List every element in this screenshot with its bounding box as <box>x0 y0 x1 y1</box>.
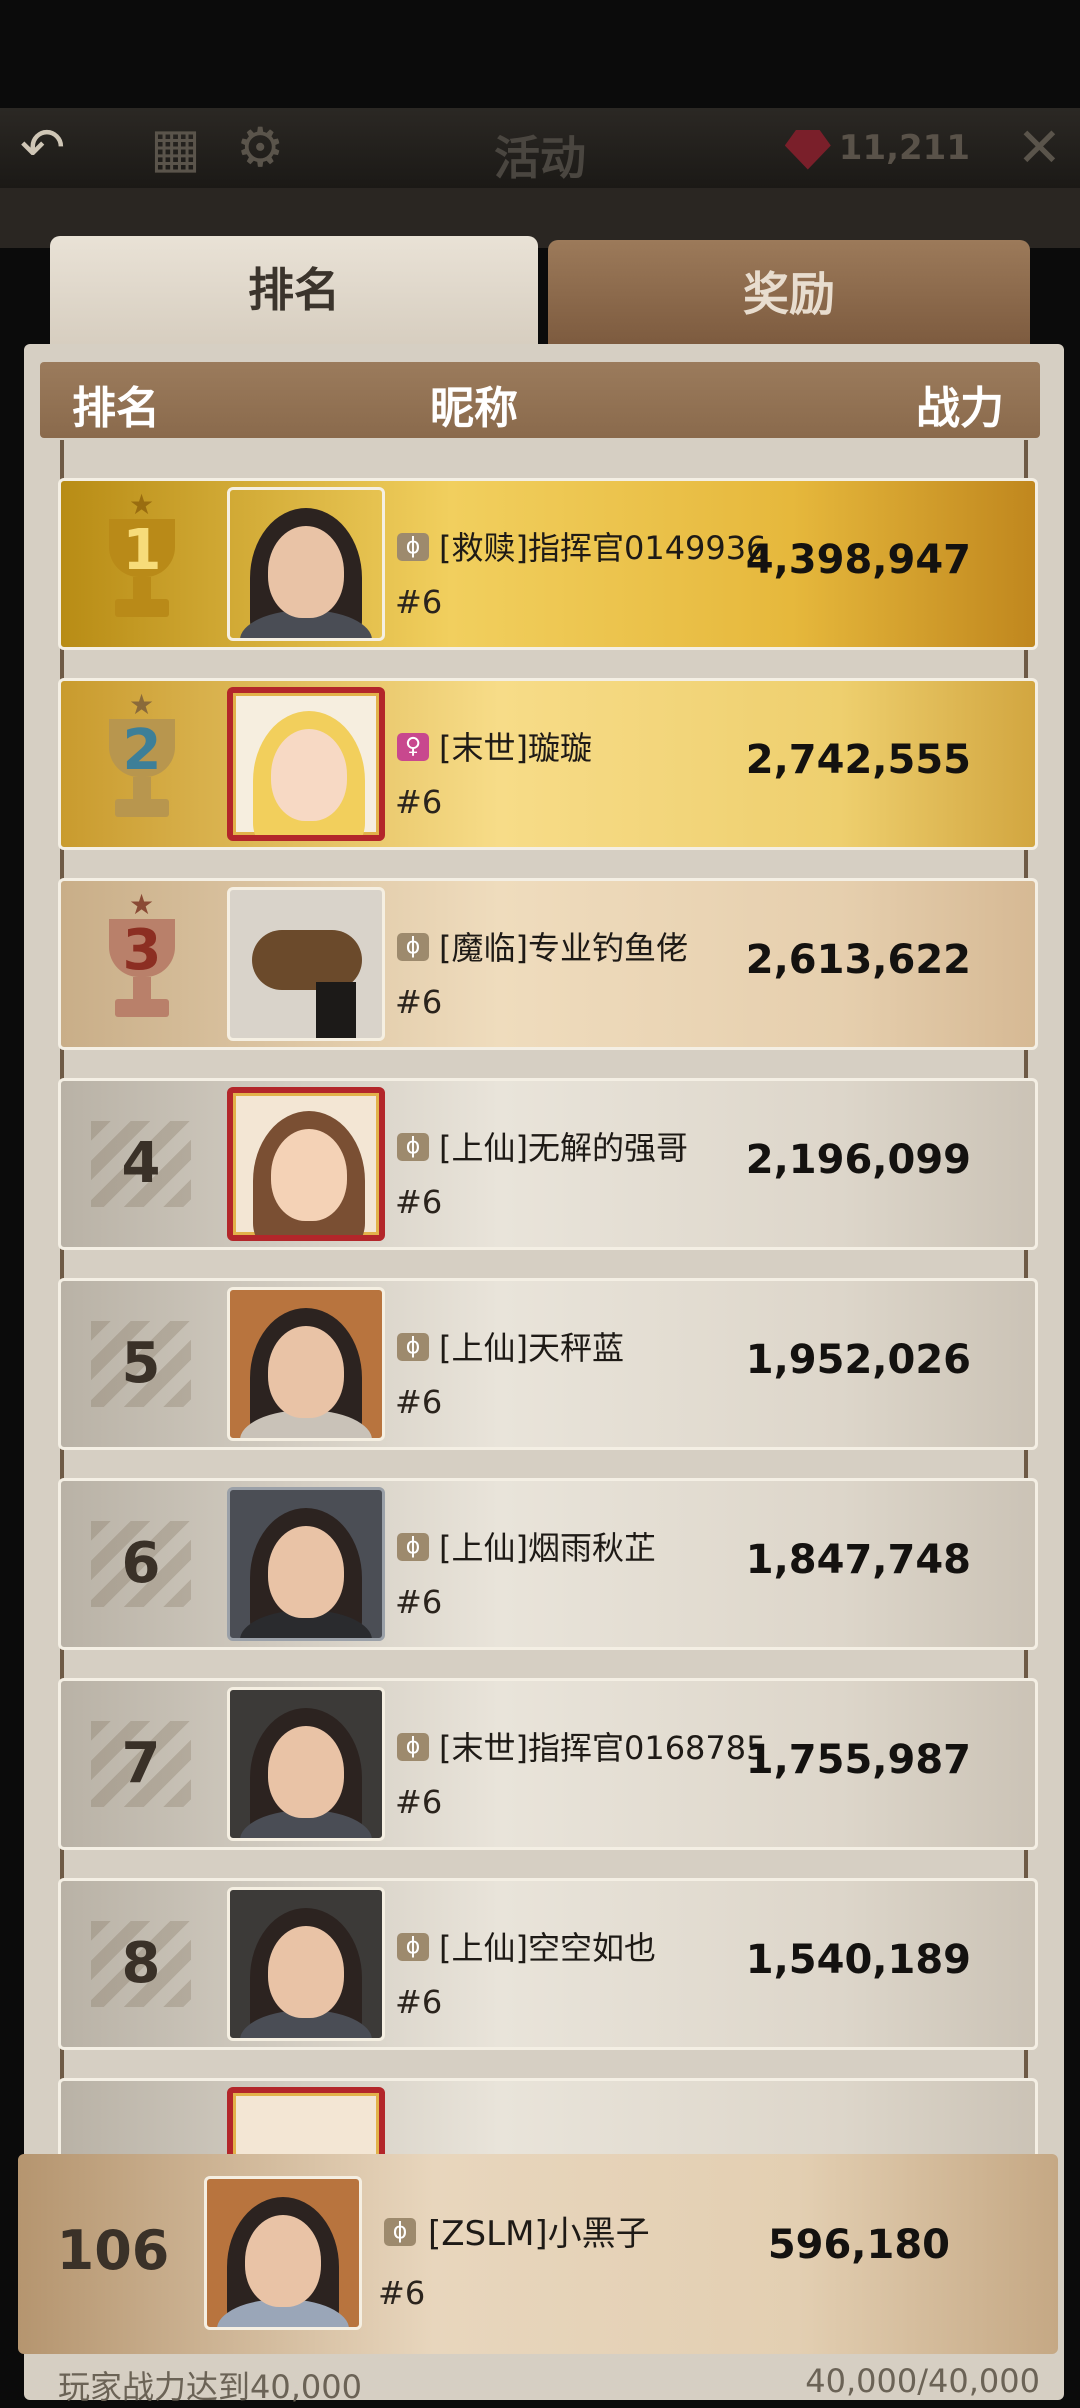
power-value: 1,952,026 <box>745 1337 971 1383</box>
player-name: [上仙]无解的强哥 <box>439 1129 688 1167</box>
server-number: #6 <box>395 1183 443 1221</box>
header-nickname: 昵称 <box>430 383 518 434</box>
table-header: 排名 昵称 战力 <box>40 362 1040 438</box>
rank-number: 6 <box>121 1531 161 1596</box>
my-power-value: 596,180 <box>767 2222 950 2268</box>
gem-icon <box>784 129 831 170</box>
hidden-profile-icon: ϕ <box>384 2218 416 2246</box>
hidden-profile-icon: ϕ <box>397 533 429 561</box>
server-number: #6 <box>395 1383 443 1421</box>
hidden-profile-icon: ϕ <box>397 1333 429 1361</box>
power-value: 4,398,947 <box>745 537 971 583</box>
gem-count: 11,211 <box>838 128 970 168</box>
my-ranking-row[interactable]: 106 ϕ [ZSLM]小黑子 #6 596,180 <box>18 2154 1058 2354</box>
player-name: [上仙]烟雨秋芷 <box>439 1529 656 1567</box>
power-value: 2,613,622 <box>745 937 971 983</box>
server-number: #6 <box>395 1783 443 1821</box>
rank-number: 5 <box>121 1331 161 1396</box>
server-number: #6 <box>395 783 443 821</box>
my-rank-number: 106 <box>56 2219 170 2282</box>
avatar[interactable] <box>227 1687 385 1841</box>
power-value: 1,847,748 <box>745 1537 971 1583</box>
header-rank: 排名 <box>72 383 160 434</box>
hidden-profile-icon: ϕ <box>397 1733 429 1761</box>
server-number: #6 <box>395 983 443 1021</box>
power-value: 1,540,189 <box>745 1937 971 1983</box>
server-number: #6 <box>395 1983 443 2021</box>
task-description: 玩家战力达到40,000 <box>58 2368 362 2406</box>
avatar[interactable] <box>227 1887 385 2041</box>
ranking-row[interactable]: ★ 3 ϕ [魔临]专业钓鱼佬 #6 2,613,622 <box>58 878 1038 1050</box>
rank-number: 4 <box>121 1131 161 1196</box>
female-icon: ♀ <box>397 733 429 761</box>
avatar[interactable] <box>227 1487 385 1641</box>
avatar[interactable] <box>227 1287 385 1441</box>
server-number: #6 <box>395 583 443 621</box>
hidden-profile-icon: ϕ <box>397 1933 429 1961</box>
trophy-rank-3-icon: ★ 3 <box>97 891 187 1023</box>
player-name: [上仙]空空如也 <box>439 1929 656 1967</box>
avatar[interactable] <box>227 487 385 641</box>
task-progress: 40,000/40,000 <box>805 2362 1040 2400</box>
power-value: 2,742,555 <box>745 737 971 783</box>
ranking-row[interactable]: 5 ϕ [上仙]天秤蓝 #6 1,952,026 <box>58 1278 1038 1450</box>
top-bar: ↶ ▦ ⚙ 活动 11,211 ✕ <box>0 108 1080 188</box>
ranking-row[interactable]: 8 ϕ [上仙]空空如也 #6 1,540,189 <box>58 1878 1038 2050</box>
close-icon[interactable]: ✕ <box>1017 118 1062 178</box>
rank-number: 1 <box>122 518 162 583</box>
my-avatar[interactable] <box>204 2176 362 2330</box>
avatar[interactable] <box>227 1087 385 1241</box>
tab-rewards[interactable]: 奖励 <box>548 240 1030 348</box>
trophy-rank-2-icon: ★ 2 <box>97 691 187 823</box>
tab-ranking[interactable]: 排名 <box>50 236 538 344</box>
my-server-number: #6 <box>378 2274 426 2312</box>
trophy-rank-1-icon: ★ 1 <box>97 491 187 623</box>
avatar[interactable] <box>227 687 385 841</box>
hidden-profile-icon: ϕ <box>397 1133 429 1161</box>
power-value: 1,755,987 <box>745 1737 971 1783</box>
player-name: [末世]璇璇 <box>439 729 592 767</box>
my-player-name: [ZSLM]小黑子 <box>428 2214 650 2254</box>
rank-number: 3 <box>122 918 162 983</box>
server-number: #6 <box>395 1583 443 1621</box>
player-name: [救赎]指挥官0149936 <box>439 529 767 567</box>
header-power: 战力 <box>916 383 1004 434</box>
avatar[interactable] <box>227 887 385 1041</box>
player-name: [上仙]天秤蓝 <box>439 1329 624 1367</box>
player-name: [末世]指挥官0168785 <box>439 1729 767 1767</box>
ranking-row[interactable]: 4 ϕ [上仙]无解的强哥 #6 2,196,099 <box>58 1078 1038 1250</box>
rank-number: 7 <box>121 1731 161 1796</box>
ranking-row[interactable]: ★ 2 ♀ [末世]璇璇 #6 2,742,555 <box>58 678 1038 850</box>
gem-counter: 11,211 <box>784 128 970 170</box>
player-name: [魔临]专业钓鱼佬 <box>439 929 688 967</box>
rank-number: 2 <box>122 718 162 783</box>
rank-number: 8 <box>121 1931 161 1996</box>
hidden-profile-icon: ϕ <box>397 1533 429 1561</box>
ranking-row[interactable]: 7 ϕ [末世]指挥官0168785 #6 1,755,987 <box>58 1678 1038 1850</box>
power-value: 2,196,099 <box>745 1137 971 1183</box>
hidden-profile-icon: ϕ <box>397 933 429 961</box>
ranking-row[interactable]: ★ 1 ϕ [救赎]指挥官0149936 #6 4,398,947 <box>58 478 1038 650</box>
ranking-row[interactable]: 6 ϕ [上仙]烟雨秋芷 #6 1,847,748 <box>58 1478 1038 1650</box>
